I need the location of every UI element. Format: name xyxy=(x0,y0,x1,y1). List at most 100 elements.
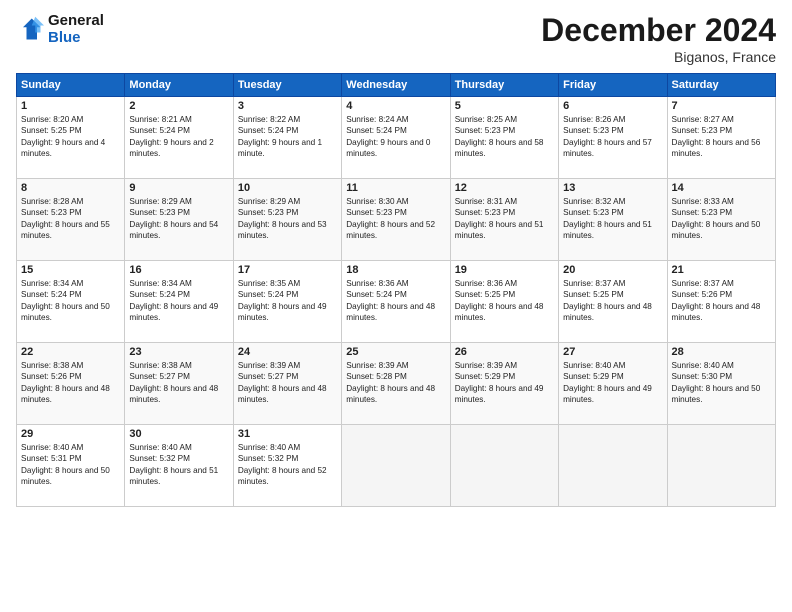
day-number: 5 xyxy=(455,100,554,112)
day-info: Sunrise: 8:24 AMSunset: 5:24 PMDaylight:… xyxy=(346,114,445,160)
day-number: 18 xyxy=(346,264,445,276)
logo-text: General Blue xyxy=(48,12,104,46)
day-info: Sunrise: 8:40 AMSunset: 5:29 PMDaylight:… xyxy=(563,360,662,406)
calendar-cell: 7 Sunrise: 8:27 AMSunset: 5:23 PMDayligh… xyxy=(667,97,775,179)
day-info: Sunrise: 8:22 AMSunset: 5:24 PMDaylight:… xyxy=(238,114,337,160)
calendar-cell: 24 Sunrise: 8:39 AMSunset: 5:27 PMDaylig… xyxy=(233,343,341,425)
day-number: 27 xyxy=(563,346,662,358)
day-info: Sunrise: 8:28 AMSunset: 5:23 PMDaylight:… xyxy=(21,196,120,242)
calendar-cell: 22 Sunrise: 8:38 AMSunset: 5:26 PMDaylig… xyxy=(17,343,125,425)
day-number: 20 xyxy=(563,264,662,276)
col-saturday: Saturday xyxy=(667,74,775,97)
calendar-cell: 2 Sunrise: 8:21 AMSunset: 5:24 PMDayligh… xyxy=(125,97,233,179)
day-number: 23 xyxy=(129,346,228,358)
day-number: 21 xyxy=(672,264,771,276)
calendar-cell: 8 Sunrise: 8:28 AMSunset: 5:23 PMDayligh… xyxy=(17,179,125,261)
calendar-cell: 31 Sunrise: 8:40 AMSunset: 5:32 PMDaylig… xyxy=(233,425,341,507)
logo: General Blue xyxy=(16,12,104,46)
day-number: 3 xyxy=(238,100,337,112)
day-info: Sunrise: 8:29 AMSunset: 5:23 PMDaylight:… xyxy=(238,196,337,242)
calendar-table: Sunday Monday Tuesday Wednesday Thursday… xyxy=(16,73,776,507)
title-block: December 2024 Biganos, France xyxy=(541,12,776,65)
day-number: 28 xyxy=(672,346,771,358)
calendar-cell: 9 Sunrise: 8:29 AMSunset: 5:23 PMDayligh… xyxy=(125,179,233,261)
day-info: Sunrise: 8:27 AMSunset: 5:23 PMDaylight:… xyxy=(672,114,771,160)
day-number: 25 xyxy=(346,346,445,358)
day-info: Sunrise: 8:40 AMSunset: 5:31 PMDaylight:… xyxy=(21,442,120,488)
day-info: Sunrise: 8:34 AMSunset: 5:24 PMDaylight:… xyxy=(21,278,120,324)
calendar-cell: 19 Sunrise: 8:36 AMSunset: 5:25 PMDaylig… xyxy=(450,261,558,343)
day-number: 14 xyxy=(672,182,771,194)
calendar-row: 22 Sunrise: 8:38 AMSunset: 5:26 PMDaylig… xyxy=(17,343,776,425)
calendar-cell xyxy=(342,425,450,507)
day-info: Sunrise: 8:36 AMSunset: 5:25 PMDaylight:… xyxy=(455,278,554,324)
calendar-cell: 14 Sunrise: 8:33 AMSunset: 5:23 PMDaylig… xyxy=(667,179,775,261)
day-info: Sunrise: 8:21 AMSunset: 5:24 PMDaylight:… xyxy=(129,114,228,160)
calendar-cell: 12 Sunrise: 8:31 AMSunset: 5:23 PMDaylig… xyxy=(450,179,558,261)
day-number: 1 xyxy=(21,100,120,112)
day-info: Sunrise: 8:30 AMSunset: 5:23 PMDaylight:… xyxy=(346,196,445,242)
day-number: 9 xyxy=(129,182,228,194)
day-info: Sunrise: 8:38 AMSunset: 5:27 PMDaylight:… xyxy=(129,360,228,406)
day-info: Sunrise: 8:37 AMSunset: 5:26 PMDaylight:… xyxy=(672,278,771,324)
calendar-cell: 3 Sunrise: 8:22 AMSunset: 5:24 PMDayligh… xyxy=(233,97,341,179)
calendar-cell: 29 Sunrise: 8:40 AMSunset: 5:31 PMDaylig… xyxy=(17,425,125,507)
location: Biganos, France xyxy=(541,49,776,65)
month-title: December 2024 xyxy=(541,12,776,49)
day-number: 29 xyxy=(21,428,120,440)
calendar-cell: 20 Sunrise: 8:37 AMSunset: 5:25 PMDaylig… xyxy=(559,261,667,343)
day-info: Sunrise: 8:39 AMSunset: 5:27 PMDaylight:… xyxy=(238,360,337,406)
header: General Blue December 2024 Biganos, Fran… xyxy=(16,12,776,65)
day-info: Sunrise: 8:39 AMSunset: 5:29 PMDaylight:… xyxy=(455,360,554,406)
calendar-cell: 28 Sunrise: 8:40 AMSunset: 5:30 PMDaylig… xyxy=(667,343,775,425)
day-info: Sunrise: 8:31 AMSunset: 5:23 PMDaylight:… xyxy=(455,196,554,242)
day-info: Sunrise: 8:38 AMSunset: 5:26 PMDaylight:… xyxy=(21,360,120,406)
day-number: 30 xyxy=(129,428,228,440)
logo-icon xyxy=(16,15,44,43)
day-number: 17 xyxy=(238,264,337,276)
calendar-row: 8 Sunrise: 8:28 AMSunset: 5:23 PMDayligh… xyxy=(17,179,776,261)
calendar-row: 29 Sunrise: 8:40 AMSunset: 5:31 PMDaylig… xyxy=(17,425,776,507)
day-number: 11 xyxy=(346,182,445,194)
day-info: Sunrise: 8:33 AMSunset: 5:23 PMDaylight:… xyxy=(672,196,771,242)
calendar-cell: 18 Sunrise: 8:36 AMSunset: 5:24 PMDaylig… xyxy=(342,261,450,343)
col-monday: Monday xyxy=(125,74,233,97)
day-number: 24 xyxy=(238,346,337,358)
day-info: Sunrise: 8:36 AMSunset: 5:24 PMDaylight:… xyxy=(346,278,445,324)
calendar-cell: 30 Sunrise: 8:40 AMSunset: 5:32 PMDaylig… xyxy=(125,425,233,507)
calendar-cell: 11 Sunrise: 8:30 AMSunset: 5:23 PMDaylig… xyxy=(342,179,450,261)
col-sunday: Sunday xyxy=(17,74,125,97)
day-info: Sunrise: 8:25 AMSunset: 5:23 PMDaylight:… xyxy=(455,114,554,160)
day-number: 10 xyxy=(238,182,337,194)
day-info: Sunrise: 8:40 AMSunset: 5:32 PMDaylight:… xyxy=(129,442,228,488)
calendar-row: 1 Sunrise: 8:20 AMSunset: 5:25 PMDayligh… xyxy=(17,97,776,179)
day-number: 4 xyxy=(346,100,445,112)
col-tuesday: Tuesday xyxy=(233,74,341,97)
day-number: 12 xyxy=(455,182,554,194)
day-number: 22 xyxy=(21,346,120,358)
header-row: Sunday Monday Tuesday Wednesday Thursday… xyxy=(17,74,776,97)
day-info: Sunrise: 8:39 AMSunset: 5:28 PMDaylight:… xyxy=(346,360,445,406)
calendar-cell: 17 Sunrise: 8:35 AMSunset: 5:24 PMDaylig… xyxy=(233,261,341,343)
day-info: Sunrise: 8:34 AMSunset: 5:24 PMDaylight:… xyxy=(129,278,228,324)
day-number: 19 xyxy=(455,264,554,276)
calendar-cell: 6 Sunrise: 8:26 AMSunset: 5:23 PMDayligh… xyxy=(559,97,667,179)
calendar-row: 15 Sunrise: 8:34 AMSunset: 5:24 PMDaylig… xyxy=(17,261,776,343)
calendar-cell: 27 Sunrise: 8:40 AMSunset: 5:29 PMDaylig… xyxy=(559,343,667,425)
day-number: 31 xyxy=(238,428,337,440)
day-number: 15 xyxy=(21,264,120,276)
day-info: Sunrise: 8:29 AMSunset: 5:23 PMDaylight:… xyxy=(129,196,228,242)
day-number: 8 xyxy=(21,182,120,194)
calendar-cell: 25 Sunrise: 8:39 AMSunset: 5:28 PMDaylig… xyxy=(342,343,450,425)
day-info: Sunrise: 8:26 AMSunset: 5:23 PMDaylight:… xyxy=(563,114,662,160)
col-wednesday: Wednesday xyxy=(342,74,450,97)
calendar-cell: 16 Sunrise: 8:34 AMSunset: 5:24 PMDaylig… xyxy=(125,261,233,343)
calendar-cell: 1 Sunrise: 8:20 AMSunset: 5:25 PMDayligh… xyxy=(17,97,125,179)
calendar-cell: 5 Sunrise: 8:25 AMSunset: 5:23 PMDayligh… xyxy=(450,97,558,179)
calendar-cell xyxy=(450,425,558,507)
calendar-cell: 10 Sunrise: 8:29 AMSunset: 5:23 PMDaylig… xyxy=(233,179,341,261)
calendar-cell: 13 Sunrise: 8:32 AMSunset: 5:23 PMDaylig… xyxy=(559,179,667,261)
calendar-cell: 21 Sunrise: 8:37 AMSunset: 5:26 PMDaylig… xyxy=(667,261,775,343)
day-info: Sunrise: 8:37 AMSunset: 5:25 PMDaylight:… xyxy=(563,278,662,324)
page: General Blue December 2024 Biganos, Fran… xyxy=(0,0,792,612)
